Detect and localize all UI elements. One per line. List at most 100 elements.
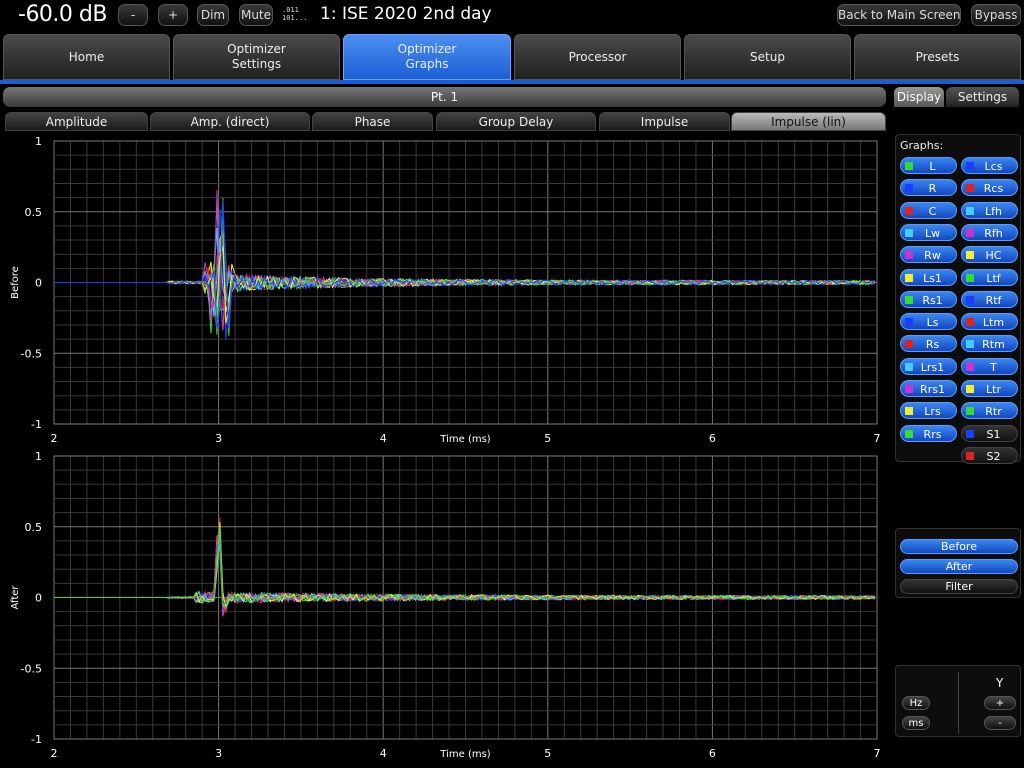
zoom-divider: [958, 672, 959, 734]
back-to-main-button[interactable]: Back to Main Screen: [837, 4, 961, 26]
channel-button-rrs1[interactable]: Rrs1: [900, 380, 957, 397]
main-tab-optimizer-graphs[interactable]: Optimizer Graphs: [343, 34, 511, 80]
channel-color-swatch: [966, 385, 974, 393]
channel-button-l[interactable]: L: [900, 157, 957, 174]
graph-tab-phase[interactable]: Phase: [312, 112, 433, 131]
channel-button-r[interactable]: R: [900, 179, 957, 197]
channel-button-rw[interactable]: Rw: [900, 246, 957, 264]
y-zoom-out-button[interactable]: -: [984, 716, 1016, 730]
app-root: -60.0 dB - + Dim Mute .011 101... 1: ISE…: [0, 0, 1024, 768]
y-tick-label: 0: [35, 277, 42, 290]
x-tick-label: 7: [874, 747, 881, 760]
channel-button-rfh[interactable]: Rfh: [961, 223, 1018, 241]
channel-color-swatch: [905, 340, 913, 349]
channel-button-s2[interactable]: S2: [961, 446, 1018, 464]
channel-button-rtf[interactable]: Rtf: [961, 290, 1018, 308]
channel-button-s1[interactable]: S1: [961, 424, 1018, 442]
channel-label: Lcs: [984, 160, 1003, 173]
toggle-filter[interactable]: Filter: [900, 579, 1018, 594]
channel-label: Ls1: [923, 271, 942, 285]
channel-button-ls[interactable]: Ls: [900, 313, 957, 331]
channel-color-swatch: [966, 362, 974, 371]
channel-button-ltm[interactable]: Ltm: [961, 313, 1018, 331]
channel-label: Rrs: [923, 427, 942, 441]
main-tab-setup[interactable]: Setup: [684, 34, 851, 80]
x-axis-label: Time (ms): [439, 434, 491, 445]
channel-button-t[interactable]: T: [961, 357, 1018, 375]
graphs-label: Graphs:: [900, 139, 944, 152]
channel-label: Lw: [924, 226, 941, 240]
channel-color-swatch: [966, 318, 974, 327]
y-zoom-in-button[interactable]: +: [984, 696, 1016, 710]
main-tab-processor[interactable]: Processor: [514, 34, 681, 80]
channel-button-rrs[interactable]: Rrs: [900, 424, 957, 442]
channel-button-rs[interactable]: Rs: [900, 335, 957, 353]
channel-button-ls1[interactable]: Ls1: [900, 268, 957, 286]
channel-button-lfh[interactable]: Lfh: [961, 201, 1018, 219]
x-tick-label: 4: [380, 747, 387, 760]
main-tab-home[interactable]: Home: [3, 34, 170, 80]
x-tick-label: 3: [215, 432, 222, 445]
channel-button-rcs[interactable]: Rcs: [961, 179, 1018, 197]
channel-button-lrs[interactable]: Lrs: [900, 402, 957, 420]
tab-settings-side[interactable]: Settings: [946, 87, 1019, 107]
view-toggle-panel: Before After Filter: [895, 528, 1021, 598]
channel-color-swatch: [905, 318, 913, 327]
channel-button-hc[interactable]: HC: [961, 246, 1018, 264]
y-tick-label: -0.5: [21, 347, 42, 360]
channel-label: T: [990, 360, 997, 374]
point-header: Pt. 1: [3, 87, 886, 107]
y-tick-label: 1: [35, 135, 42, 148]
hz-zoom-button[interactable]: Hz: [902, 696, 930, 710]
channel-button-rs1[interactable]: Rs1: [900, 290, 957, 308]
channel-label: Ltr: [986, 383, 1001, 396]
mute-button[interactable]: Mute: [239, 4, 273, 26]
graph-tab-amp-direct[interactable]: Amp. (direct): [150, 112, 310, 131]
channel-label: Lrs1: [920, 360, 945, 374]
channel-color-swatch: [966, 407, 974, 416]
main-tab-presets[interactable]: Presets: [854, 34, 1021, 80]
tab-display[interactable]: Display: [894, 87, 944, 107]
graph-tab-amplitude[interactable]: Amplitude: [5, 112, 148, 131]
volume-down-button[interactable]: -: [118, 4, 148, 26]
channel-label: Ltm: [982, 316, 1005, 330]
main-tab-optimizer-settings[interactable]: Optimizer Settings: [173, 34, 340, 80]
toggle-before[interactable]: Before: [900, 539, 1018, 554]
channel-button-rtr[interactable]: Rtr: [961, 402, 1018, 420]
channel-color-swatch: [966, 206, 974, 215]
x-tick-label: 6: [709, 747, 716, 760]
y-tick-label: -1: [31, 418, 42, 431]
channel-color-swatch: [905, 228, 913, 237]
chart-before: 1 0.5 0 -0.5 -1 2 3 4 5 6 7 Time (ms) Before: [10, 135, 881, 445]
x-tick-label: 2: [51, 747, 58, 760]
x-axis-label: Time (ms): [439, 749, 491, 760]
channel-label: L: [929, 160, 936, 173]
y-tick-label: -0.5: [21, 662, 42, 675]
x-tick-label: 5: [544, 432, 551, 445]
volume-up-button[interactable]: +: [158, 4, 188, 26]
ms-zoom-button[interactable]: ms: [902, 716, 930, 730]
toggle-after[interactable]: After: [900, 559, 1018, 574]
preset-title: 1: ISE 2020 2nd day: [320, 4, 492, 24]
channel-color-swatch: [966, 295, 974, 304]
channel-label: S1: [986, 427, 1001, 441]
channel-button-rtm[interactable]: Rtm: [961, 335, 1018, 353]
channel-color-swatch: [905, 295, 913, 304]
channel-button-ltr[interactable]: Ltr: [961, 380, 1018, 397]
signal-indicator-line1: .011: [282, 6, 299, 14]
chart-after: 1 0.5 0 -0.5 -1 2 3 4 5 6 7 Time (ms) After: [10, 450, 881, 760]
y-axis-label: After: [10, 585, 21, 610]
channel-button-lw[interactable]: Lw: [900, 223, 957, 241]
dim-button[interactable]: Dim: [197, 4, 229, 26]
signal-indicator-line2: 101...: [282, 14, 308, 22]
graph-tab-impulse-lin[interactable]: Impulse (lin): [731, 112, 886, 131]
channel-button-ltf[interactable]: Ltf: [961, 268, 1018, 286]
channel-button-lrs1[interactable]: Lrs1: [900, 357, 957, 375]
channel-label: Rs1: [922, 293, 943, 307]
bypass-button[interactable]: Bypass: [971, 4, 1021, 26]
channel-button-c[interactable]: C: [900, 201, 957, 219]
channel-color-swatch: [905, 273, 913, 282]
graph-tab-group-delay[interactable]: Group Delay: [436, 112, 596, 131]
channel-button-lcs[interactable]: Lcs: [961, 157, 1018, 174]
graph-tab-impulse[interactable]: Impulse: [599, 112, 730, 131]
